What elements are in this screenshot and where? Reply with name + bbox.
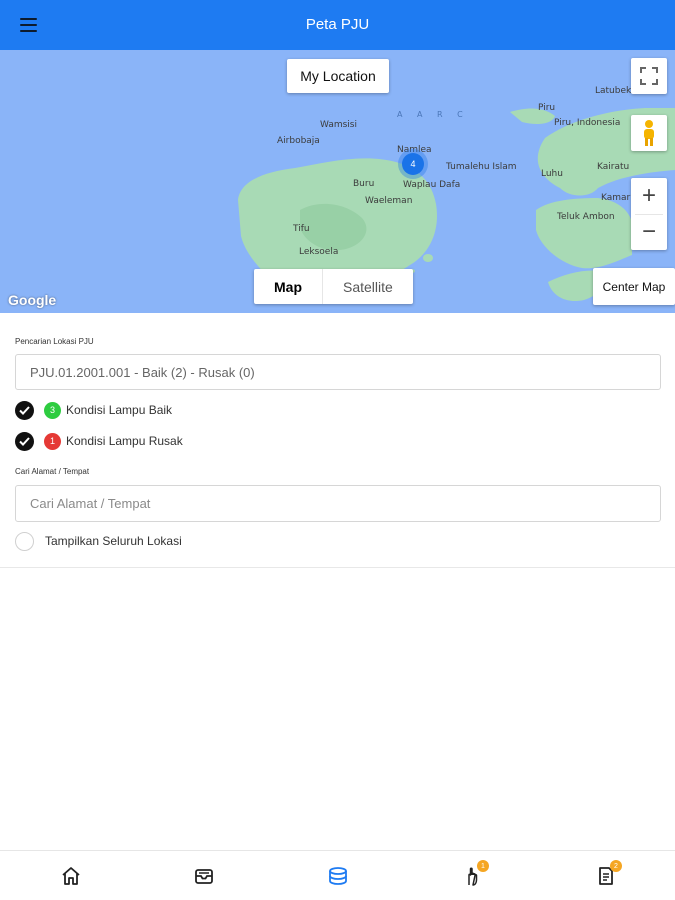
inbox-icon — [195, 869, 213, 884]
place-label-tumalehu-islam: Tumalehu Islam — [446, 162, 517, 172]
bottom-navigation: 1 2 — [0, 850, 675, 900]
nav-inbox[interactable] — [191, 863, 217, 889]
nav-documents[interactable]: 2 — [593, 860, 622, 889]
condition-good-row[interactable]: 3 Kondisi Lampu Baik — [15, 400, 172, 420]
place-label-waeleman: Waeleman — [365, 196, 413, 206]
fullscreen-icon — [640, 67, 658, 85]
documents-badge: 2 — [610, 860, 622, 872]
bad-count-badge: 1 — [44, 432, 61, 450]
good-count-badge: 3 — [44, 401, 61, 419]
place-label-tifu: Tifu — [293, 224, 310, 234]
marker-cluster[interactable]: 4 — [402, 153, 424, 175]
nav-home[interactable] — [58, 863, 84, 889]
place-label-airbobaja: Airbobaja — [277, 136, 320, 146]
address-search-input[interactable] — [15, 485, 661, 522]
zoom-out-button[interactable]: − — [631, 214, 667, 250]
condition-good-label: Kondisi Lampu Baik — [66, 403, 173, 417]
check-icon — [15, 431, 34, 451]
place-label-kairatu: Kairatu — [597, 162, 630, 172]
street-view-button[interactable] — [631, 115, 667, 151]
condition-bad-label: Kondisi Lampu Rusak — [66, 434, 183, 448]
place-label-piru: Piru — [538, 103, 556, 113]
google-logo: Google — [8, 292, 57, 308]
my-location-button[interactable]: My Location — [287, 59, 389, 93]
condition-bad-row[interactable]: 1 Kondisi Lampu Rusak — [15, 431, 183, 451]
zoom-control: + − — [631, 178, 667, 250]
layers-icon — [329, 867, 347, 885]
page-title: Peta PJU — [305, 16, 370, 33]
fullscreen-button[interactable] — [631, 58, 667, 94]
show-all-radio[interactable] — [15, 531, 34, 551]
nav-map-layers[interactable] — [325, 863, 351, 889]
place-label-piru-indonesia: Piru, Indonesia — [554, 118, 621, 128]
map-type-satellite[interactable]: Satellite — [323, 269, 413, 304]
pju-select[interactable]: PJU.01.2001.001 - Baik (2) - Rusak (0) — [15, 354, 661, 390]
zoom-in-button[interactable]: + — [631, 178, 667, 214]
address-label: Cari Alamat / Tempat — [15, 467, 90, 476]
place-label-luhu: Luhu — [541, 169, 563, 179]
home-icon — [62, 867, 80, 885]
place-label-leksoela: Leksoela — [299, 247, 339, 257]
place-label-wamsisi: Wamsisi — [320, 120, 357, 130]
map-type-map[interactable]: Map — [254, 269, 323, 304]
place-label-buru: Buru — [353, 179, 375, 189]
map-type-toggle: Map Satellite — [254, 269, 413, 304]
app-bar: Peta PJU — [0, 0, 675, 50]
place-label-teluk-ambon: Teluk Ambon — [557, 212, 615, 222]
nav-reports[interactable]: 1 — [460, 860, 489, 889]
divider — [0, 567, 675, 568]
search-pju-label: Pencarian Lokasi PJU — [15, 337, 94, 346]
place-label-waplau-dafa: Waplau Dafa — [403, 180, 461, 190]
show-all-locations-row[interactable]: Tampilkan Seluruh Lokasi — [15, 531, 182, 551]
reports-badge: 1 — [477, 860, 489, 872]
check-icon — [15, 400, 34, 420]
center-map-button[interactable]: Center Map — [593, 268, 675, 305]
show-all-label: Tampilkan Seluruh Lokasi — [45, 534, 182, 548]
water-label: A A R C — [397, 110, 469, 119]
pegman-icon — [644, 120, 654, 146]
